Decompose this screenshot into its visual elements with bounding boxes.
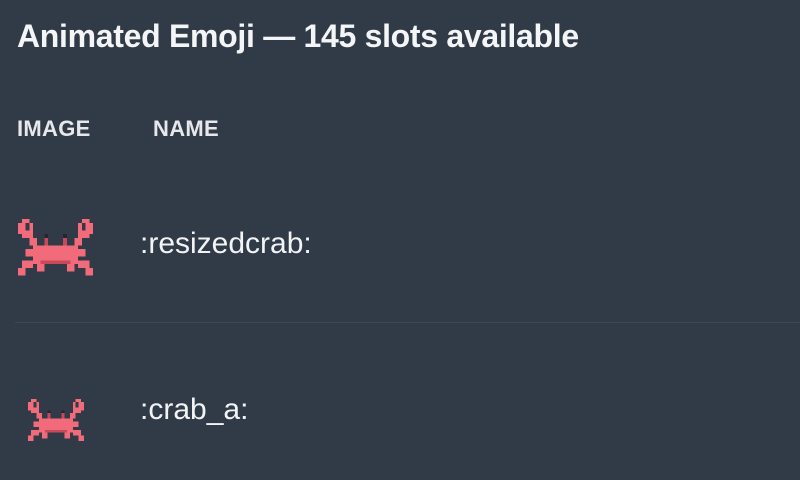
emoji-row[interactable]: :resizedcrab: — [15, 196, 800, 323]
section-title: Animated Emoji — 145 slots available — [17, 18, 579, 54]
emoji-name[interactable]: :crab_a: — [140, 393, 248, 427]
emoji-name[interactable]: :resizedcrab: — [140, 227, 312, 261]
image-column-header: IMAGE — [17, 116, 91, 141]
name-column-header: NAME — [153, 116, 219, 141]
crab-icon — [28, 398, 84, 445]
emoji-row[interactable]: :crab_a: — [15, 323, 800, 480]
crab-icon — [18, 218, 93, 280]
